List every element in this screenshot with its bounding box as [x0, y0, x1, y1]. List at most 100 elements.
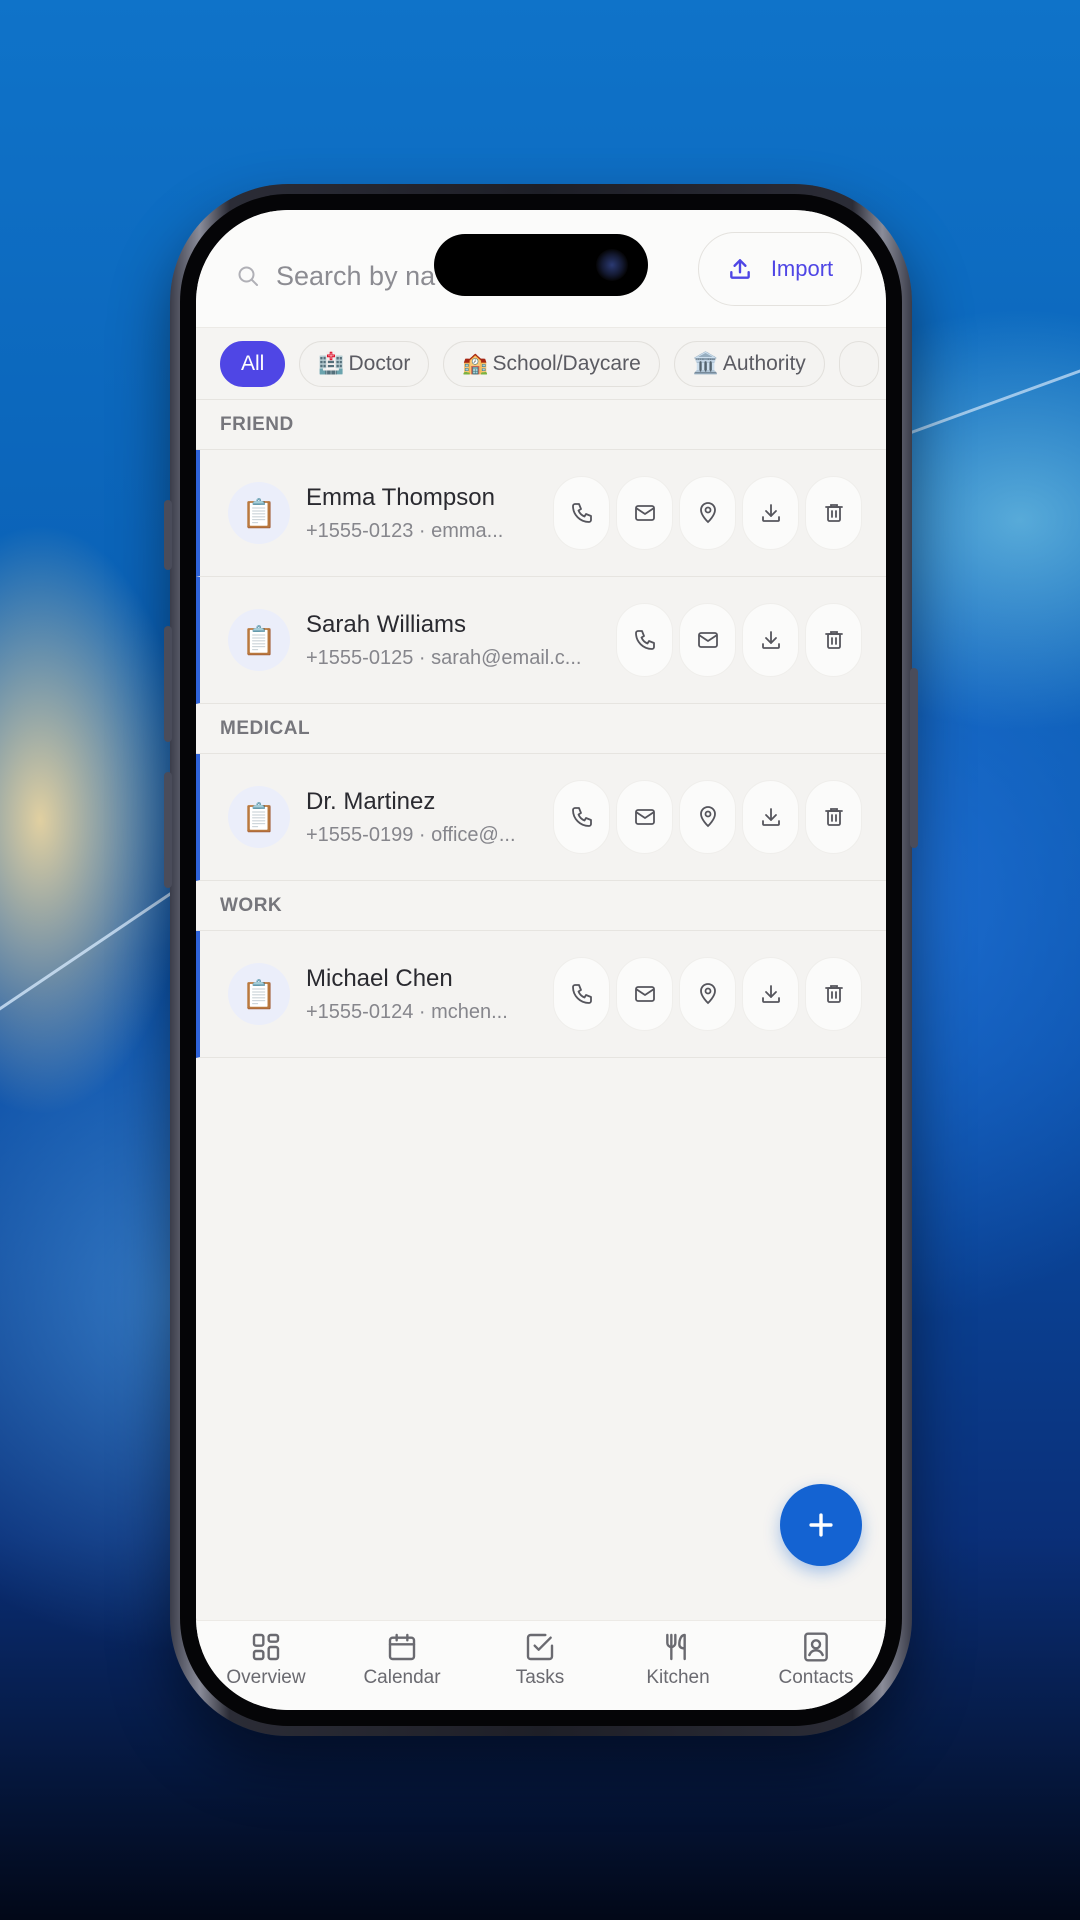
hospital-icon: 🏥 [318, 351, 345, 375]
contact-name: Michael Chen [306, 965, 453, 992]
phone-volume-up-button [164, 626, 172, 742]
phone-icon [570, 982, 594, 1006]
call-button[interactable] [553, 780, 610, 854]
phone-volume-down-button [164, 772, 172, 888]
phone-icon [570, 501, 594, 525]
mail-icon [633, 805, 657, 829]
contact-details: +1555-0199 · office@... [306, 824, 516, 846]
download-button[interactable] [742, 476, 799, 550]
download-icon [759, 805, 783, 829]
location-button[interactable] [679, 476, 736, 550]
clipboard-icon: 📋 [228, 609, 290, 671]
search-placeholder: Search by na [276, 260, 436, 291]
contact-name: Sarah Williams [306, 611, 467, 638]
check-square-icon [524, 1631, 556, 1663]
contact-name: Emma Thompson [306, 484, 495, 511]
nav-item-tasks[interactable]: Tasks [480, 1631, 600, 1689]
filter-chip-label: School/Daycare [492, 351, 641, 375]
government-building-icon: 🏛️ [692, 351, 719, 375]
call-button[interactable] [553, 476, 610, 550]
filter-chip-all[interactable]: All [220, 340, 286, 387]
location-button[interactable] [679, 957, 736, 1031]
trash-icon [822, 628, 846, 652]
camera-icon [596, 249, 628, 281]
clipboard-icon: 📋 [228, 963, 290, 1025]
map-pin-icon [696, 501, 720, 525]
section-header-friend: FRIEND [196, 400, 886, 450]
contact-actions [553, 957, 862, 1031]
nav-item-overview[interactable]: Overview [206, 1631, 326, 1689]
nav-label: Kitchen [646, 1667, 710, 1688]
contact-actions [553, 476, 862, 550]
grid-icon [250, 1631, 282, 1663]
search-input[interactable]: Search by na [236, 256, 435, 296]
delete-button[interactable] [805, 780, 862, 854]
import-button[interactable]: Import [698, 232, 862, 306]
calendar-icon [386, 1631, 418, 1663]
phone-icon [633, 628, 657, 652]
nav-item-calendar[interactable]: Calendar [342, 1631, 462, 1689]
nav-label: Contacts [778, 1667, 854, 1688]
bottom-navigation: Overview Calendar Tasks Kitchen Contacts [196, 1620, 886, 1710]
nav-item-kitchen[interactable]: Kitchen [618, 1631, 738, 1689]
clipboard-icon: 📋 [228, 482, 290, 544]
contact-book-icon [800, 1631, 832, 1663]
app-screen: Search by na Import All 🏥 Doctor 🏫 Schoo… [196, 210, 886, 1710]
contact-actions [553, 780, 862, 854]
contact-details: +1555-0125 · sarah@email.c... [306, 647, 582, 669]
contact-row-michael-chen[interactable]: 📋 Michael Chen +1555-0124 · mchen... [196, 931, 886, 1058]
delete-button[interactable] [805, 957, 862, 1031]
download-button[interactable] [742, 780, 799, 854]
upload-icon [727, 256, 753, 282]
mail-icon [633, 501, 657, 525]
download-button[interactable] [742, 603, 799, 677]
location-button[interactable] [679, 780, 736, 854]
clipboard-icon: 📋 [228, 786, 290, 848]
search-icon [236, 264, 260, 288]
delete-button[interactable] [805, 603, 862, 677]
contact-row-emma-thompson[interactable]: 📋 Emma Thompson +1555-0123 · emma... [196, 450, 886, 577]
filter-chip-authority[interactable]: 🏛️ Authority [673, 340, 825, 387]
call-button[interactable] [616, 603, 673, 677]
contact-name: Dr. Martinez [306, 788, 436, 815]
contact-list: FRIEND 📋 Emma Thompson +1555-0123 · emma… [196, 400, 886, 1058]
section-header-medical: MEDICAL [196, 704, 886, 754]
trash-icon [822, 805, 846, 829]
map-pin-icon [696, 982, 720, 1006]
download-icon [759, 501, 783, 525]
contact-details: +1555-0123 · emma... [306, 520, 504, 542]
mail-icon [633, 982, 657, 1006]
mail-icon [696, 628, 720, 652]
filter-chip-more[interactable] [838, 340, 879, 387]
download-button[interactable] [742, 957, 799, 1031]
email-button[interactable] [616, 957, 673, 1031]
filter-chip-label: Doctor [348, 351, 411, 375]
map-pin-icon [696, 805, 720, 829]
section-header-work: WORK [196, 881, 886, 931]
filter-chip-school[interactable]: 🏫 School/Daycare [443, 340, 660, 387]
phone-power-button [910, 668, 918, 848]
phone-icon [570, 805, 594, 829]
plus-icon [804, 1508, 838, 1542]
add-contact-button[interactable] [780, 1484, 862, 1566]
download-icon [759, 628, 783, 652]
email-button[interactable] [616, 476, 673, 550]
filter-chip-label: All [241, 351, 265, 375]
email-button[interactable] [616, 780, 673, 854]
filter-chip-doctor[interactable]: 🏥 Doctor [299, 340, 430, 387]
call-button[interactable] [553, 957, 610, 1031]
nav-item-contacts[interactable]: Contacts [756, 1631, 876, 1689]
email-button[interactable] [679, 603, 736, 677]
trash-icon [822, 501, 846, 525]
import-button-label: Import [770, 256, 834, 281]
contact-row-dr-martinez[interactable]: 📋 Dr. Martinez +1555-0199 · office@... [196, 754, 886, 881]
nav-label: Calendar [363, 1667, 441, 1688]
delete-button[interactable] [805, 476, 862, 550]
school-icon: 🏫 [462, 351, 489, 375]
phone-action-button [164, 500, 172, 570]
download-icon [759, 982, 783, 1006]
nav-label: Tasks [515, 1667, 565, 1688]
contact-row-sarah-williams[interactable]: 📋 Sarah Williams +1555-0125 · sarah@emai… [196, 577, 886, 704]
nav-label: Overview [226, 1667, 306, 1688]
category-filter-bar: All 🏥 Doctor 🏫 School/Daycare 🏛️ Authori… [196, 328, 886, 400]
